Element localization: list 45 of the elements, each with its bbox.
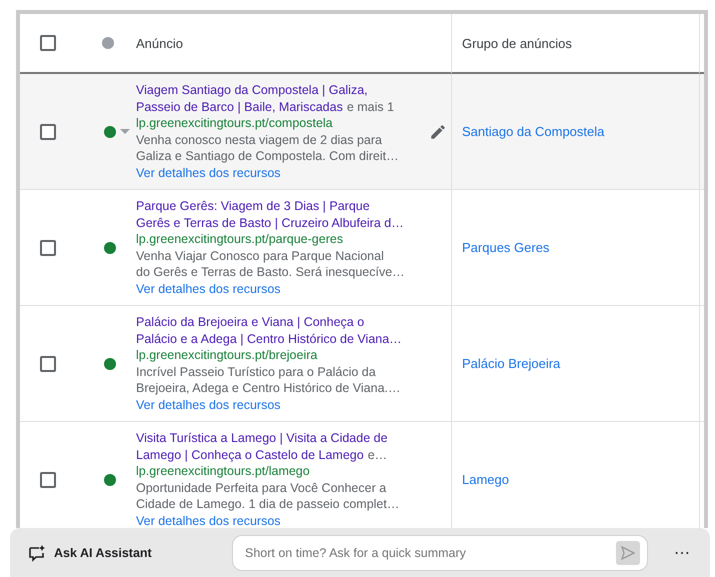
details-link[interactable]: Ver detalhes dos recursos — [136, 164, 281, 181]
ad-group-link[interactable]: Lamego — [462, 472, 509, 487]
column-header[interactable]: Anúncio — [136, 36, 183, 50]
ad-group-link[interactable]: Santiago da Compostela — [462, 124, 604, 139]
details-link[interactable]: Ver detalhes dos recursos — [136, 512, 281, 528]
pencil-icon[interactable] — [429, 122, 447, 140]
ad-headline[interactable]: Passeio de Barco | Baile, Mariscadas — [136, 100, 343, 114]
ad-description: do Gerês e Terras de Basto. Será inesquecíve… — [136, 264, 405, 280]
ad-description: Venha conosco nesta viagem de 2 dias para — [136, 132, 382, 148]
row-checkbox[interactable] — [40, 472, 56, 488]
row-checkbox[interactable] — [40, 124, 56, 140]
assistant-label[interactable]: Ask AI Assistant — [54, 546, 224, 560]
row-checkbox[interactable] — [40, 240, 56, 256]
more-button[interactable]: ⋯ — [670, 542, 694, 562]
send-button[interactable] — [616, 540, 640, 564]
ad-group-link[interactable]: Palácio Brejoeira — [462, 356, 560, 371]
ad-headline[interactable]: Parque Gerês: Viagem de 3 Dias | Parque — [136, 199, 370, 213]
send-icon — [621, 546, 635, 560]
row-checkbox[interactable] — [40, 356, 56, 372]
ai-chat-icon[interactable] — [28, 544, 46, 562]
summary-input[interactable]: Short on time? Ask for a quick summary — [232, 534, 648, 570]
more-count: e… — [368, 448, 388, 462]
ad-headline[interactable]: Viagem Santiago da Compostela | Galiza, — [136, 83, 368, 97]
ad-url: lp.greenexcitingtours.pt/parque-geres — [136, 231, 344, 248]
ad-description: Brejoeira, Adega e Centro Histórico de Viana.… — [136, 380, 401, 396]
column-header[interactable]: Grupo de anúncios — [462, 36, 572, 50]
ad-url: lp.greenexcitingtours.pt/compostela — [136, 115, 333, 132]
details-link[interactable]: Ver detalhes dos recursos — [136, 280, 281, 297]
ad-headline[interactable]: Visita Turística a Lamego | Visita a Cidade de — [136, 431, 388, 445]
ad-headline[interactable]: Lamego | Conheça o Castelo de Lamego — [136, 448, 364, 462]
ad-description: Cidade de Lamego. 1 dia de passeio complet… — [136, 496, 400, 512]
select-all-checkbox[interactable] — [40, 35, 56, 51]
ad-description: Galiza e Santiago de Compostela. Com direit… — [136, 148, 399, 164]
ad-headline[interactable]: Palácio da Brejoeira e Viana | Conheça o — [136, 315, 364, 329]
ad-group-link[interactable]: Parques Geres — [462, 240, 550, 255]
ad-headline[interactable]: Palácio e a Adega | Centro Histórico de Viana… — [136, 332, 402, 346]
ad-url: lp.greenexcitingtours.pt/lamego — [136, 463, 310, 480]
status-icon — [102, 37, 114, 49]
more-count: e mais 1 — [346, 100, 394, 114]
ad-headline[interactable]: Gerês e Terras de Basto | Cruzeiro Albufeira d… — [136, 216, 404, 230]
ad-description: Oportunidade Perfeita para Você Conhecer a — [136, 480, 386, 496]
ad-description: Incrível Passeio Turístico para o Palácio da — [136, 364, 376, 380]
details-link[interactable]: Ver detalhes dos recursos — [136, 396, 281, 413]
ad-description: Venha Viajar Conosco para Parque Nacional — [136, 248, 384, 264]
ad-url: lp.greenexcitingtours.pt/brejoeira — [136, 347, 318, 364]
